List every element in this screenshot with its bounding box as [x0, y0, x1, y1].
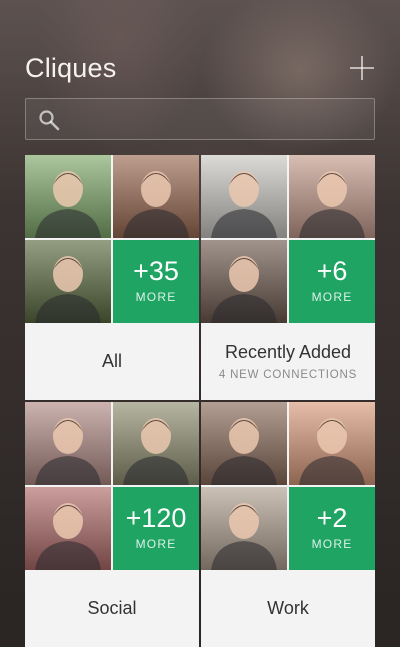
search-icon: [39, 110, 60, 131]
search-input[interactable]: [70, 99, 370, 141]
more-tile[interactable]: +2 MORE: [289, 487, 375, 570]
contact-photo[interactable]: [25, 487, 111, 570]
contact-photo[interactable]: [289, 155, 375, 238]
more-label: MORE: [311, 290, 353, 304]
contact-photo[interactable]: [289, 402, 375, 485]
contact-photo[interactable]: [201, 155, 287, 238]
more-tile[interactable]: +35 MORE: [113, 240, 199, 323]
clique-photos: +6 MORE: [201, 155, 375, 323]
clique-photos: +120 MORE: [25, 402, 199, 570]
more-count: +120: [125, 503, 187, 533]
more-label: MORE: [135, 290, 177, 304]
clique-card-recently-added[interactable]: +6 MORE Recently Added 4 NEW CONNECTIONS: [201, 155, 375, 400]
more-tile[interactable]: +120 MORE: [113, 487, 199, 570]
search-bar[interactable]: [25, 98, 375, 141]
more-label: MORE: [135, 537, 177, 551]
more-tile[interactable]: +6 MORE: [289, 240, 375, 323]
clique-card-social[interactable]: +120 MORE Social: [25, 402, 199, 647]
more-count: +35: [133, 256, 179, 286]
clique-card-all[interactable]: +35 MORE All: [25, 155, 199, 400]
clique-name: All: [101, 351, 122, 371]
clique-label: Work: [201, 570, 375, 647]
contact-photo[interactable]: [113, 155, 199, 238]
clique-label: Social: [25, 570, 199, 647]
clique-name: Work: [267, 598, 309, 618]
clique-subtitle: 4 NEW CONNECTIONS: [218, 369, 358, 381]
contact-photo[interactable]: [113, 402, 199, 485]
contact-photo[interactable]: [201, 402, 287, 485]
clique-name: Social: [87, 598, 137, 618]
header: Cliques: [25, 48, 375, 88]
plus-icon[interactable]: [349, 55, 375, 81]
clique-photos: +35 MORE: [25, 155, 199, 323]
clique-label: All: [25, 323, 199, 400]
more-count: +6: [316, 256, 348, 286]
contact-photo[interactable]: [201, 240, 287, 323]
clique-name: Recently Added: [224, 342, 352, 362]
contact-photo[interactable]: [201, 487, 287, 570]
more-count: +2: [316, 503, 348, 533]
more-label: MORE: [311, 537, 353, 551]
clique-photos: +2 MORE: [201, 402, 375, 570]
contact-photo[interactable]: [25, 240, 111, 323]
contact-photo[interactable]: [25, 155, 111, 238]
page-title: Cliques: [25, 52, 117, 83]
contact-photo[interactable]: [25, 402, 111, 485]
clique-card-work[interactable]: +2 MORE Work: [201, 402, 375, 647]
clique-label: Recently Added 4 NEW CONNECTIONS: [201, 323, 375, 400]
